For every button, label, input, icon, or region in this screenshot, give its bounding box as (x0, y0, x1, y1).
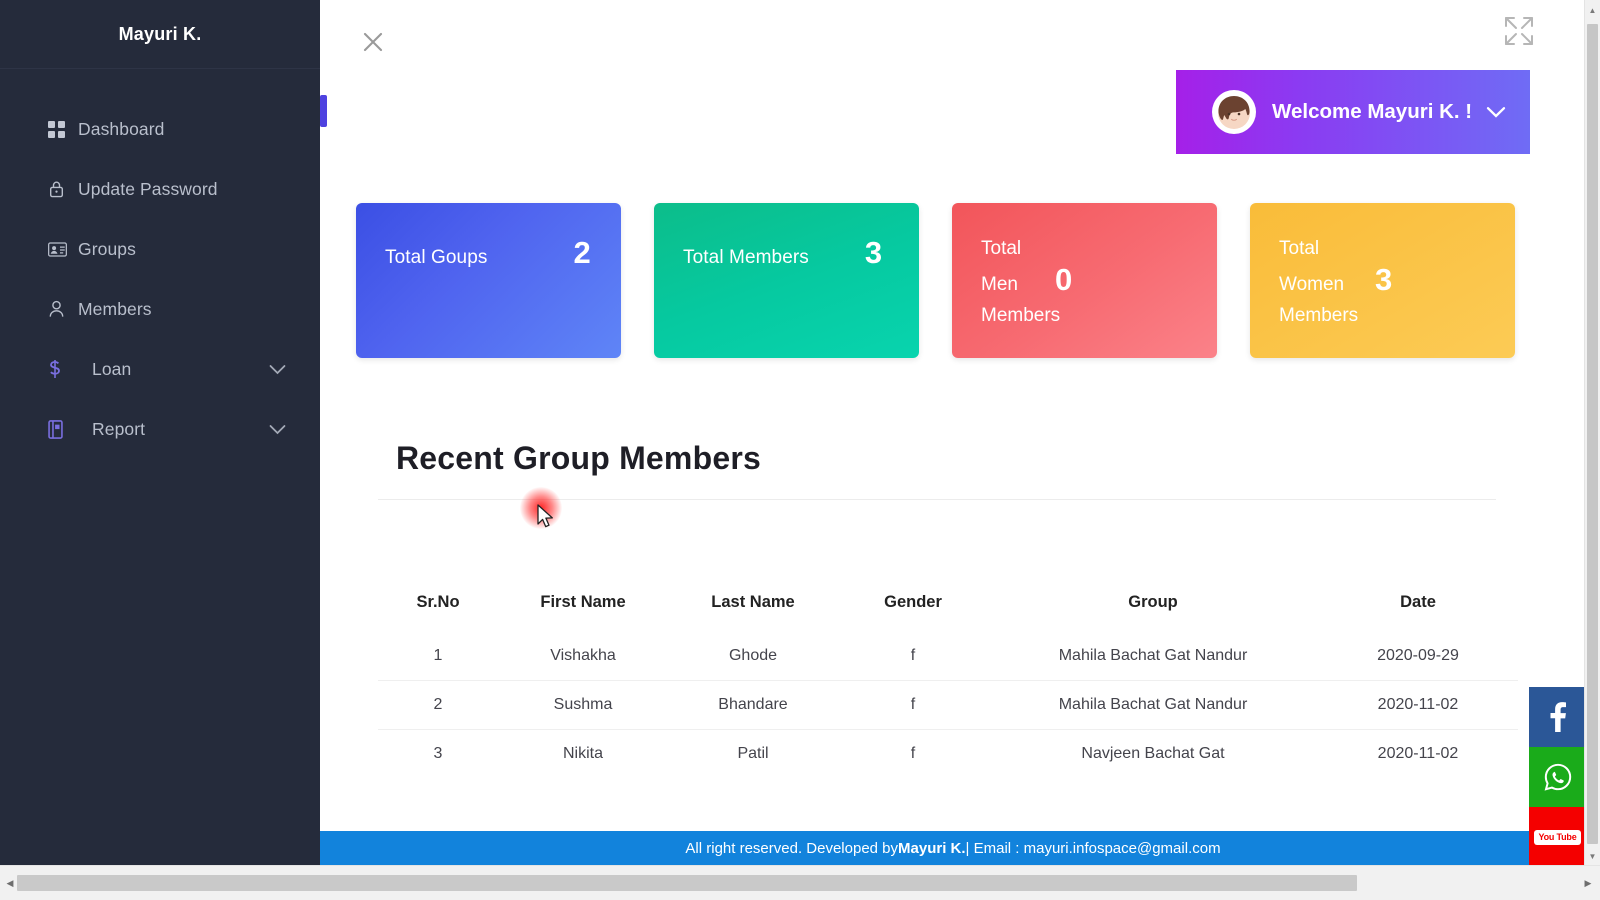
sidebar-brand: Mayuri K. (0, 0, 320, 69)
stat-card-label-line3: Members (981, 305, 1061, 326)
stat-card-value: 3 (864, 235, 883, 270)
cell-srno: 3 (378, 729, 498, 778)
stat-card-value: 2 (573, 235, 591, 270)
column-header-srno: Sr.No (416, 593, 460, 611)
sidebar-item-loan[interactable]: Loan (0, 339, 320, 399)
stat-card-label-line2: Women (1279, 274, 1345, 295)
sidebar-item-label: Loan (92, 358, 132, 379)
stat-card-label: Total Goups (385, 247, 488, 268)
sidebar-nav: Dashboard Update Password Groups Members… (0, 69, 320, 459)
page-title: Recent Group Members (396, 440, 761, 476)
scroll-left-arrow-icon[interactable]: ◀ (2, 875, 18, 891)
sidebar-item-dashboard[interactable]: Dashboard (0, 99, 320, 159)
column-header-last-name: Last Name (711, 593, 795, 611)
book-icon (48, 419, 74, 439)
stat-card-total-members[interactable]: Total Members 3 (654, 203, 919, 358)
main-content: Welcome Mayuri K. ! Total Goups 2 Total … (320, 0, 1586, 866)
sidebar: Mayuri K. Dashboard Update Password Grou… (0, 0, 320, 866)
footer-author: Mayuri K. (898, 840, 966, 857)
table-row[interactable]: 3 Nikita Patil f Navjeen Bachat Gat 2020… (378, 729, 1518, 778)
sidebar-toggle-accent[interactable] (320, 95, 327, 127)
sidebar-item-groups[interactable]: Groups (0, 219, 320, 279)
table-row[interactable]: 2 Sushma Bhandare f Mahila Bachat Gat Na… (378, 680, 1518, 730)
footer-bar: All right reserved. Developed by Mayuri … (320, 831, 1586, 866)
user-icon (48, 300, 74, 318)
chevron-down-icon[interactable] (1486, 106, 1506, 118)
app-root: Mayuri K. Dashboard Update Password Grou… (0, 0, 1600, 900)
sidebar-item-label: Members (78, 298, 152, 319)
stat-card-label-line1: Total (981, 238, 1022, 259)
column-header-date: Date (1400, 593, 1436, 611)
cell-gender: f (838, 680, 988, 730)
cell-gender: f (838, 729, 988, 778)
cell-last: Bhandare (668, 680, 838, 730)
sidebar-item-label: Groups (78, 238, 136, 259)
cell-first: Vishakha (550, 647, 616, 664)
vertical-scrollbar[interactable]: ▲ ▼ (1584, 0, 1600, 866)
sidebar-item-label: Update Password (78, 178, 218, 199)
stat-card-total-men-members[interactable]: Total Men 0 Members (952, 203, 1217, 358)
welcome-message: Welcome Mayuri K. ! (1272, 100, 1473, 123)
column-header-gender: Gender (884, 593, 942, 611)
welcome-user-dropdown[interactable]: Welcome Mayuri K. ! (1176, 70, 1530, 154)
chevron-down-icon[interactable] (269, 419, 286, 440)
expand-arrows-icon[interactable] (1502, 14, 1536, 48)
dollar-icon (48, 359, 74, 379)
cell-last: Patil (668, 729, 838, 778)
sidebar-item-label: Dashboard (78, 118, 165, 139)
footer-prefix: All right reserved. Developed by (685, 840, 899, 857)
divider (378, 499, 1496, 500)
cell-gender: f (910, 647, 916, 664)
social-rail: You Tube (1529, 687, 1586, 867)
horizontal-scrollbar-thumb[interactable] (17, 875, 1357, 891)
table-header-row: Sr.No First Name Last Name Gender Group … (378, 583, 1518, 632)
cell-date: 2020-09-29 (1377, 647, 1459, 664)
youtube-icon[interactable]: You Tube (1529, 807, 1586, 867)
cell-date: 2020-11-02 (1318, 680, 1518, 730)
cell-srno: 1 (433, 647, 443, 664)
stat-cards: Total Goups 2 Total Members 3 Total Men … (356, 203, 1550, 358)
sidebar-item-label: Report (92, 418, 146, 439)
sidebar-item-members[interactable]: Members (0, 279, 320, 339)
scroll-down-arrow-icon[interactable]: ▼ (1585, 848, 1600, 864)
recent-group-members-table: Sr.No First Name Last Name Gender Group … (378, 583, 1518, 778)
stat-card-total-groups[interactable]: Total Goups 2 (356, 203, 621, 358)
whatsapp-icon[interactable] (1529, 747, 1586, 807)
cell-first: Nikita (498, 729, 668, 778)
cell-date: 2020-11-02 (1318, 729, 1518, 778)
stat-card-value: 0 (1055, 262, 1073, 297)
avatar (1212, 90, 1256, 134)
stat-card-label-line3: Members (1279, 305, 1359, 326)
youtube-label: You Tube (1534, 829, 1581, 845)
chevron-down-icon[interactable] (269, 359, 286, 380)
column-header-first-name: First Name (540, 593, 626, 611)
sidebar-item-update-password[interactable]: Update Password (0, 159, 320, 219)
scroll-up-arrow-icon[interactable]: ▲ (1585, 2, 1600, 18)
scroll-right-arrow-icon[interactable]: ▶ (1580, 875, 1596, 891)
stat-card-total-women-members[interactable]: Total Women 3 Members (1250, 203, 1515, 358)
stat-card-label-line2: Men (981, 274, 1018, 295)
horizontal-scrollbar[interactable]: ◀ ▶ (0, 865, 1600, 900)
cell-group: Mahila Bachat Gat Nandur (988, 680, 1318, 730)
stat-card-label-line1: Total (1279, 238, 1320, 259)
sidebar-item-report[interactable]: Report (0, 399, 320, 459)
cell-last: Ghode (728, 647, 778, 664)
table-row[interactable]: 1 Vishakha Ghode f Mahila Bachat Gat Nan… (378, 632, 1518, 681)
column-header-group: Group (1128, 593, 1178, 611)
stat-card-value: 3 (1375, 262, 1393, 297)
id-card-icon (48, 241, 74, 257)
cell-group: Mahila Bachat Gat Nandur (1058, 647, 1248, 664)
stat-card-label: Total Members (683, 247, 809, 268)
lock-icon (48, 180, 74, 198)
vertical-scrollbar-thumb[interactable] (1587, 24, 1598, 844)
footer-suffix: | Email : mayuri.infospace@gmail.com (965, 840, 1221, 857)
close-icon[interactable] (356, 25, 390, 59)
facebook-icon[interactable] (1529, 687, 1586, 747)
cell-first: Sushma (498, 680, 668, 730)
cell-srno: 2 (378, 680, 498, 730)
cell-group: Navjeen Bachat Gat (988, 729, 1318, 778)
grid-icon (48, 120, 74, 138)
